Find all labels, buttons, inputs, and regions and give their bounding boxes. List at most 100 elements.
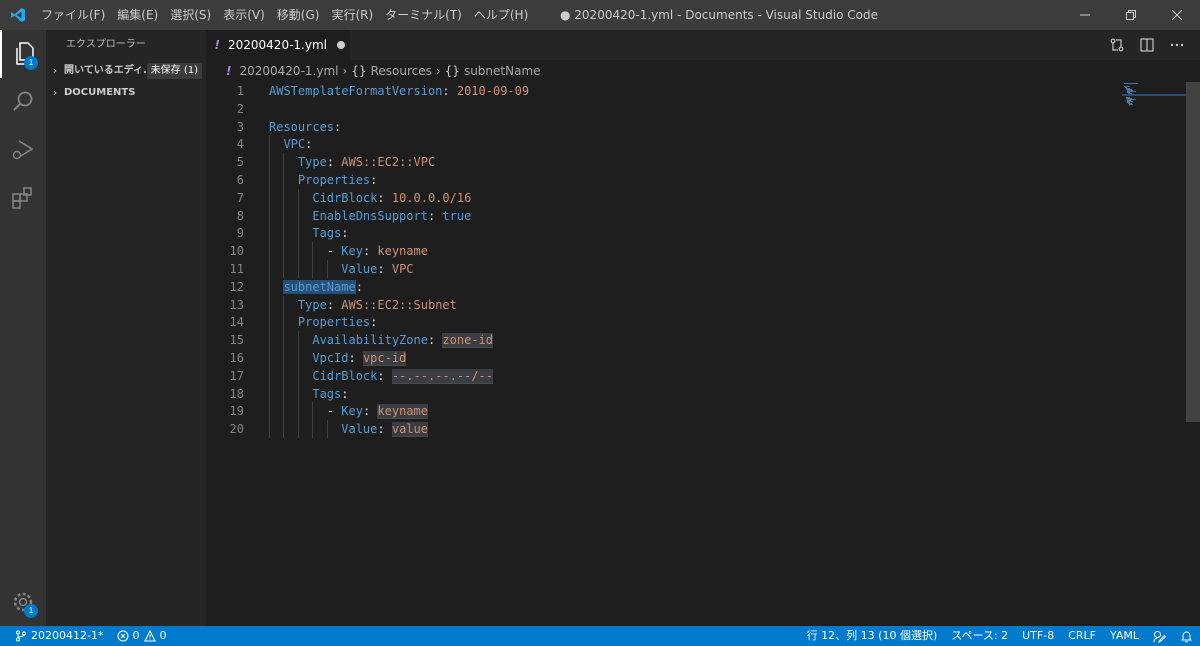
menu-selection[interactable]: 選択(S) xyxy=(164,0,217,30)
code-line[interactable]: 6 Properties: xyxy=(206,171,1106,189)
code-line[interactable]: 12 subnetName: xyxy=(206,278,1106,296)
line-number: 3 xyxy=(236,119,244,134)
yaml-key: Type xyxy=(297,155,327,170)
menu-view[interactable]: 表示(V) xyxy=(217,0,271,30)
status-bar: 20200412-1* 0 0 行 12、列 13 (10 個選択) スペース:… xyxy=(0,626,1200,646)
notifications-button[interactable] xyxy=(1173,626,1200,646)
line-code: Type: AWS::EC2::VPC xyxy=(269,153,435,171)
settings-badge: 1 xyxy=(24,604,38,618)
object-icon: {} xyxy=(351,64,367,78)
list-dash: - xyxy=(326,244,342,259)
menu-help[interactable]: ヘルプ(H) xyxy=(468,0,534,30)
minimize-button[interactable] xyxy=(1062,0,1108,30)
vertical-scrollbar[interactable] xyxy=(1186,82,1200,626)
feedback-button[interactable] xyxy=(1146,626,1173,646)
code-line[interactable]: 8 EnableDnsSupport: true xyxy=(206,207,1106,225)
line-code: AvailabilityZone: zone-id xyxy=(269,331,493,349)
breadcrumb-resources[interactable]: Resources xyxy=(371,64,432,78)
line-code: - Key: keyname xyxy=(269,242,428,260)
eol-status[interactable]: CRLF xyxy=(1061,626,1103,646)
snippet-placeholder[interactable]: vpc-id xyxy=(362,351,407,366)
indent-guide xyxy=(326,420,328,438)
code-editor[interactable]: 1 AWSTemplateFormatVersion: 2010-09-09 2 3 R… xyxy=(206,82,1200,626)
code-line[interactable]: 9 Tags: xyxy=(206,224,1106,242)
activity-explorer[interactable]: 1 xyxy=(0,30,46,78)
yaml-value: 2010-09-09 xyxy=(456,84,530,98)
run-debug-icon xyxy=(12,140,34,160)
snippet-placeholder[interactable]: zone-id xyxy=(442,333,493,349)
code-line[interactable]: 19 - Key: keyname xyxy=(206,402,1106,420)
code-line[interactable]: 18 Tags: xyxy=(206,385,1106,403)
breadcrumb: ! 20200420-1.yml › {} Resources › {} sub… xyxy=(206,60,1200,82)
line-number: 20 xyxy=(229,422,244,437)
code-line[interactable]: 13 Type: AWS::EC2::Subnet xyxy=(206,296,1106,314)
branch-status[interactable]: 20200412-1* xyxy=(8,626,110,646)
cursor-position[interactable]: 行 12、列 13 (10 個選択) xyxy=(800,626,945,646)
menu-edit[interactable]: 編集(E) xyxy=(111,0,164,30)
more-actions-button[interactable] xyxy=(1162,30,1192,60)
code-line[interactable]: 16 VpcId: vpc-id xyxy=(206,349,1106,367)
open-editors-section[interactable]: › 開いているエディ... 未保存 (1) xyxy=(46,60,206,82)
unsaved-dot-icon[interactable] xyxy=(336,41,345,49)
line-number: 9 xyxy=(236,226,244,241)
snippet-placeholder[interactable]: --.--.--.--/-- xyxy=(391,368,494,384)
colon: : xyxy=(370,173,378,187)
breadcrumb-file[interactable]: 20200420-1.yml xyxy=(239,64,338,78)
colon: : xyxy=(442,84,450,98)
menu-go[interactable]: 移動(G) xyxy=(271,0,326,30)
code-line[interactable]: 5 Type: AWS::EC2::VPC xyxy=(206,153,1106,171)
activity-manage[interactable]: 1 xyxy=(0,578,46,626)
open-changes-button[interactable] xyxy=(1102,30,1132,60)
indent-guide xyxy=(269,135,270,438)
unsaved-badge: 未保存 (1) xyxy=(146,63,202,79)
close-window-button[interactable] xyxy=(1154,0,1200,30)
code-line[interactable]: 10 - Key: keyname xyxy=(206,242,1106,260)
code-line[interactable]: 11 Value: VPC xyxy=(206,260,1106,278)
line-number: 10 xyxy=(229,244,244,259)
restore-button[interactable] xyxy=(1108,0,1154,30)
yaml-key: CidrBlock xyxy=(312,190,378,205)
indent-guide xyxy=(326,260,328,278)
yaml-key: Key xyxy=(341,244,363,259)
code-line[interactable]: 7 CidrBlock: 10.0.0.0/16 xyxy=(206,189,1106,207)
split-editor-button[interactable] xyxy=(1132,30,1162,60)
tab-20200420-1-yml[interactable]: ! 20200420-1.yml xyxy=(206,30,350,60)
code-line[interactable]: 4 VPC: xyxy=(206,135,1106,153)
documents-folder-section[interactable]: › DOCUMENTS xyxy=(46,82,206,104)
menu-file[interactable]: ファイル(F) xyxy=(35,0,111,30)
menu-terminal[interactable]: ターミナル(T) xyxy=(379,0,468,30)
line-number: 12 xyxy=(229,279,244,294)
minimap[interactable] xyxy=(1122,82,1186,122)
yaml-key: subnetName xyxy=(283,279,356,294)
encoding-status[interactable]: UTF-8 xyxy=(1015,626,1061,646)
colon: : xyxy=(341,226,349,241)
compare-changes-icon xyxy=(1110,38,1124,52)
code-line[interactable]: 2 xyxy=(206,100,1106,118)
yaml-value: true xyxy=(442,208,472,223)
yaml-value: VPC xyxy=(391,262,414,276)
code-line[interactable]: 3 Resources: xyxy=(206,118,1106,136)
line-code: Value: VPC xyxy=(269,260,414,278)
language-mode[interactable]: YAML xyxy=(1103,626,1146,646)
activity-extensions[interactable] xyxy=(0,174,46,222)
indentation-status[interactable]: スペース: 2 xyxy=(944,626,1015,646)
menu-run[interactable]: 実行(R) xyxy=(325,0,379,30)
activity-run-debug[interactable] xyxy=(0,126,46,174)
activity-search[interactable] xyxy=(0,78,46,126)
editor-tabs: ! 20200420-1.yml xyxy=(206,30,1200,60)
code-line[interactable]: 14 Properties: xyxy=(206,313,1106,331)
code-line[interactable]: 20 Value: value xyxy=(206,420,1106,438)
breadcrumb-subnetname[interactable]: subnetName xyxy=(464,64,541,78)
snippet-placeholder[interactable]: keyname xyxy=(377,404,428,420)
problems-status[interactable]: 0 0 xyxy=(110,626,173,646)
vscode-logo-icon xyxy=(0,0,35,30)
line-number: 17 xyxy=(229,368,244,383)
snippet-placeholder[interactable]: value xyxy=(391,422,428,438)
code-line[interactable]: 15 AvailabilityZone: zone-id xyxy=(206,331,1106,349)
scrollbar-thumb[interactable] xyxy=(1186,82,1200,422)
line-number: 2 xyxy=(236,101,244,116)
code-line[interactable]: 1 AWSTemplateFormatVersion: 2010-09-09 xyxy=(206,82,1106,100)
code-line[interactable]: 17 CidrBlock: --.--.--.--/-- xyxy=(206,367,1106,385)
